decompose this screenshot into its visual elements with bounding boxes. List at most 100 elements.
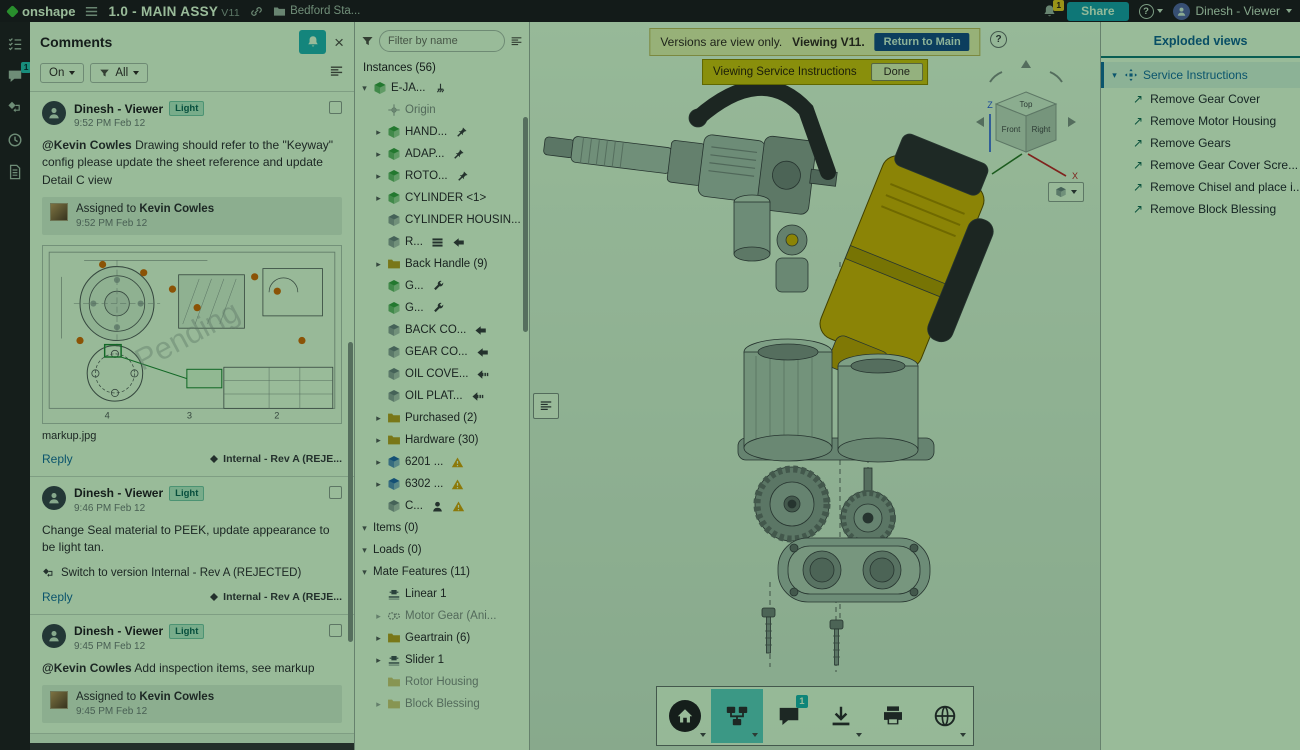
reply-button[interactable]: Reply bbox=[42, 452, 73, 466]
tree-row[interactable]: ▸Purchased (2) bbox=[355, 407, 529, 429]
tree-row[interactable]: R... bbox=[355, 231, 529, 253]
tree-row[interactable]: G... bbox=[355, 275, 529, 297]
tree-row[interactable]: BACK CO... bbox=[355, 319, 529, 341]
history-icon[interactable] bbox=[7, 132, 23, 148]
document-location[interactable]: Bedford Sta... bbox=[273, 5, 360, 18]
comment-card[interactable]: Dinesh - Viewer Light 9:45 PM Feb 12 @Ke… bbox=[30, 615, 354, 734]
main-menu-icon[interactable] bbox=[84, 4, 99, 19]
tree-row[interactable]: ▸6201 ... bbox=[355, 451, 529, 473]
user-menu[interactable]: Dinesh - Viewer bbox=[1173, 3, 1292, 20]
comments-rail-button[interactable]: 1 bbox=[7, 68, 23, 84]
tree-row[interactable]: ▸Back Handle (9) bbox=[355, 253, 529, 275]
tree-row[interactable]: GEAR CO... bbox=[355, 341, 529, 363]
expand-caret[interactable]: ▸ bbox=[374, 172, 383, 181]
resolve-checkbox[interactable] bbox=[329, 486, 342, 499]
mention[interactable]: @Kevin Cowles bbox=[42, 138, 132, 152]
expand-caret[interactable]: ▸ bbox=[374, 150, 383, 159]
comment-card[interactable]: Dinesh - Viewer Light 9:46 PM Feb 12 Cha… bbox=[30, 477, 354, 615]
comments-list[interactable]: Dinesh - Viewer Light 9:52 PM Feb 12 @Ke… bbox=[30, 92, 354, 750]
help-menu[interactable]: ? bbox=[1139, 4, 1163, 19]
expand-caret[interactable]: ▸ bbox=[374, 612, 383, 621]
versions-rail-icon[interactable] bbox=[7, 100, 23, 116]
expand-caret[interactable]: ▸ bbox=[374, 260, 383, 269]
expand-caret[interactable]: ▸ bbox=[374, 480, 383, 489]
collapse-caret[interactable]: ▾ bbox=[1110, 71, 1119, 80]
on-filter-dropdown[interactable]: On bbox=[40, 63, 84, 83]
comment-notifications-button[interactable] bbox=[299, 30, 326, 54]
tree-row[interactable]: ▸6302 ... bbox=[355, 473, 529, 495]
comments-scrollbar[interactable] bbox=[348, 342, 353, 642]
expand-caret[interactable]: ▸ bbox=[374, 414, 383, 423]
tree-row[interactable]: OIL COVE... bbox=[355, 363, 529, 385]
exploded-step[interactable]: ↗Remove Gear Cover bbox=[1101, 88, 1300, 110]
view-cube[interactable]: Z X Top Front Right bbox=[966, 56, 1086, 180]
tree-row[interactable]: Linear 1 bbox=[355, 583, 529, 605]
graphics-viewport[interactable]: Versions are view only. Viewing V11. Ret… bbox=[530, 22, 1100, 750]
tree-row[interactable]: CYLINDER HOUSIN... bbox=[355, 209, 529, 231]
tree-section-row[interactable]: ▾Mate Features (11) bbox=[355, 561, 529, 583]
exploded-step[interactable]: ↗Remove Block Blessing bbox=[1101, 198, 1300, 220]
tree-row[interactable]: ▸ROTO... bbox=[355, 165, 529, 187]
filter-by-name-input[interactable] bbox=[379, 30, 505, 52]
instances-tree[interactable]: ▾E-JA... Origin ▸HAND... ▸ADAP... ▸ROTO.… bbox=[355, 77, 529, 750]
list-options-icon[interactable] bbox=[510, 35, 523, 48]
instances-list-toggle[interactable] bbox=[533, 393, 559, 419]
tasks-icon[interactable] bbox=[7, 36, 23, 52]
notes-icon[interactable] bbox=[7, 164, 23, 180]
tree-row[interactable]: OIL PLAT... bbox=[355, 385, 529, 407]
tree-row[interactable]: Origin bbox=[355, 99, 529, 121]
comment-sort-button[interactable] bbox=[329, 64, 344, 82]
all-filter-dropdown[interactable]: All bbox=[90, 63, 148, 83]
assignee-name[interactable]: Kevin Cowles bbox=[139, 203, 214, 215]
done-button[interactable]: Done bbox=[871, 63, 923, 81]
copy-link-icon[interactable] bbox=[249, 4, 264, 19]
tree-row[interactable]: ▸Slider 1 bbox=[355, 649, 529, 671]
print-button[interactable] bbox=[867, 689, 919, 743]
tree-row[interactable]: G... bbox=[355, 297, 529, 319]
view-options-button[interactable] bbox=[1048, 182, 1084, 202]
exploded-step[interactable]: ↗Remove Motor Housing bbox=[1101, 110, 1300, 132]
resolve-checkbox[interactable] bbox=[329, 101, 342, 114]
attachment-name[interactable]: markup.jpg bbox=[42, 430, 342, 442]
tree-row[interactable]: ▸Block Blessing bbox=[355, 693, 529, 715]
expand-caret[interactable]: ▸ bbox=[374, 458, 383, 467]
expand-caret[interactable]: ▸ bbox=[374, 128, 383, 137]
exploded-view-root[interactable]: ▾ Service Instructions bbox=[1101, 62, 1300, 88]
tree-section-row[interactable]: ▾Loads (0) bbox=[355, 539, 529, 561]
attachment-image[interactable]: Pending 4 3 2 bbox=[42, 245, 342, 424]
tree-row[interactable]: ▸CYLINDER <1> bbox=[355, 187, 529, 209]
expand-caret[interactable]: ▸ bbox=[374, 700, 383, 709]
exploded-step[interactable]: ↗Remove Gears bbox=[1101, 132, 1300, 154]
expand-caret[interactable]: ▸ bbox=[374, 656, 383, 665]
return-to-main-button[interactable]: Return to Main bbox=[875, 33, 970, 51]
exploded-views-button[interactable] bbox=[711, 689, 763, 743]
switch-version-action[interactable]: Switch to version Internal - Rev A (REJE… bbox=[42, 567, 342, 580]
close-icon[interactable]: × bbox=[334, 34, 344, 51]
tree-row[interactable]: C... bbox=[355, 495, 529, 517]
home-view-button[interactable] bbox=[659, 689, 711, 743]
exploded-step[interactable]: ↗Remove Gear Cover Scre... bbox=[1101, 154, 1300, 176]
tree-row[interactable]: ▸ADAP... bbox=[355, 143, 529, 165]
resolve-checkbox[interactable] bbox=[329, 624, 342, 637]
banner-help-icon[interactable]: ? bbox=[990, 31, 1007, 48]
tree-row[interactable]: ▸Hardware (30) bbox=[355, 429, 529, 451]
publish-button[interactable] bbox=[919, 689, 971, 743]
collapse-caret[interactable]: ▾ bbox=[360, 546, 369, 555]
comments-toolbar-button[interactable]: 1 bbox=[763, 689, 815, 743]
comment-card[interactable]: Dinesh - Viewer Light 9:52 PM Feb 12 @Ke… bbox=[30, 92, 354, 477]
filter-icon[interactable] bbox=[361, 35, 374, 48]
collapse-caret[interactable]: ▾ bbox=[360, 84, 369, 93]
collapse-caret[interactable]: ▾ bbox=[360, 524, 369, 533]
expand-caret[interactable]: ▸ bbox=[374, 634, 383, 643]
tree-row[interactable]: ▾E-JA... bbox=[355, 77, 529, 99]
expand-caret[interactable]: ▸ bbox=[374, 194, 383, 203]
tree-row[interactable]: Rotor Housing bbox=[355, 671, 529, 693]
export-button[interactable] bbox=[815, 689, 867, 743]
tree-row[interactable]: ▸Geartrain (6) bbox=[355, 627, 529, 649]
expand-caret[interactable]: ▸ bbox=[374, 436, 383, 445]
tree-row[interactable]: ▸HAND... bbox=[355, 121, 529, 143]
tree-section-row[interactable]: ▾Items (0) bbox=[355, 517, 529, 539]
assignee-name[interactable]: Kevin Cowles bbox=[139, 691, 214, 703]
instances-scrollbar[interactable] bbox=[523, 117, 528, 332]
exploded-step[interactable]: ↗Remove Chisel and place i... bbox=[1101, 176, 1300, 198]
